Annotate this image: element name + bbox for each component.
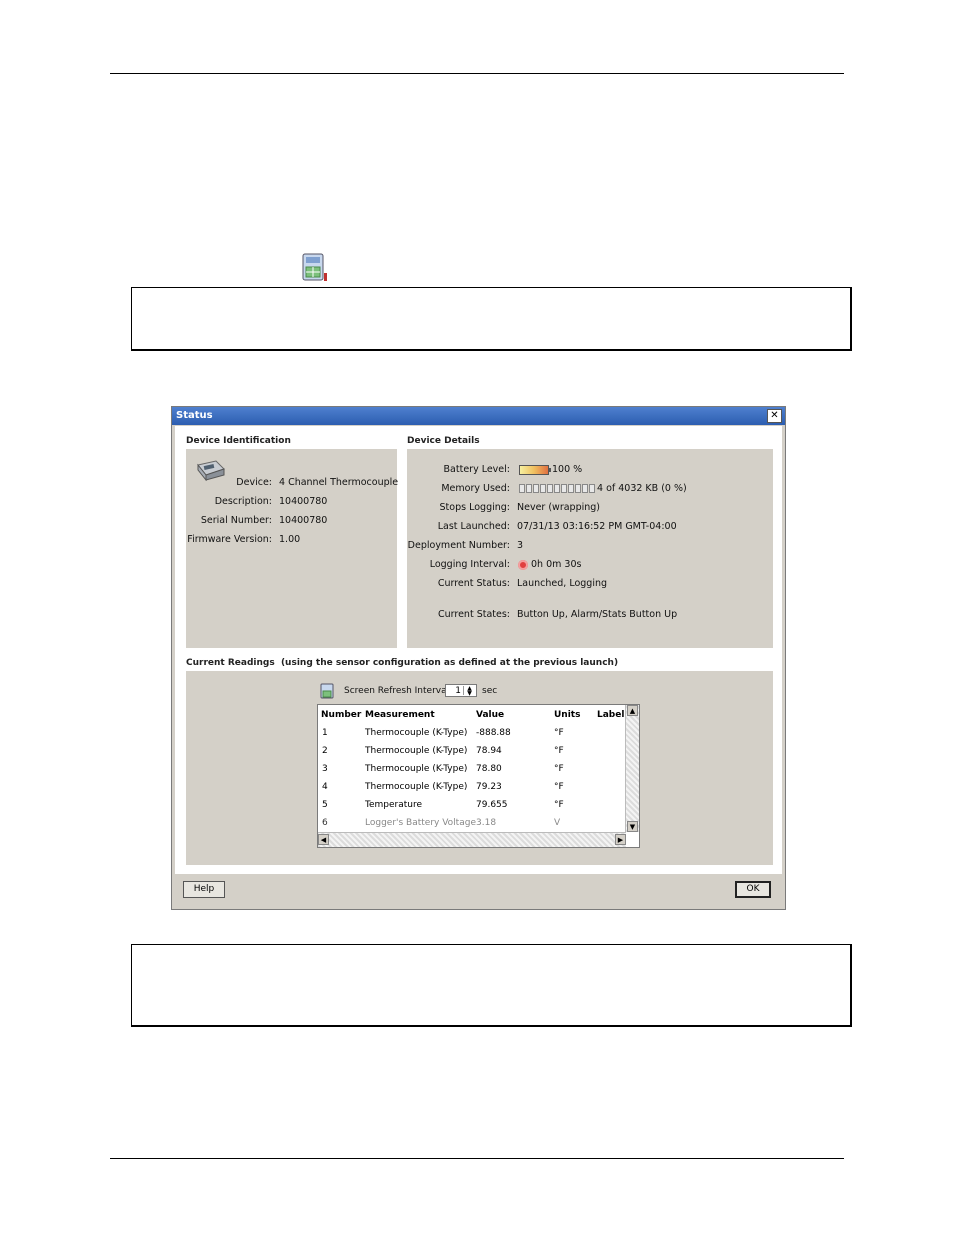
stops-logging-label: Stops Logging:	[439, 502, 510, 513]
serial-number-value: 10400780	[279, 515, 328, 526]
note-box-top	[131, 287, 852, 351]
device-identification-heading: Device Identification	[186, 436, 291, 446]
header-rule	[110, 73, 844, 74]
table-row[interactable]: 3 Thermocouple (K-Type) 78.80 °F	[318, 763, 626, 781]
table-vertical-scrollbar[interactable]: ▲ ▼	[625, 705, 639, 832]
cell-number: 2	[322, 746, 328, 756]
deployment-number-value: 3	[517, 540, 524, 551]
device-value: 4 Channel Thermocouple	[279, 477, 399, 488]
current-readings-panel: Screen Refresh Interval: 1 ▲ ▼ sec Number…	[186, 671, 773, 865]
status-dialog: Status ✕ Device Identification Device: 4…	[171, 406, 786, 910]
cell-number: 3	[322, 764, 328, 774]
cell-value: -888.88	[476, 728, 511, 738]
ok-button[interactable]: OK	[735, 881, 771, 898]
last-launched-label: Last Launched:	[437, 521, 510, 532]
device-label: Device:	[236, 477, 272, 488]
device-details-heading: Device Details	[407, 436, 480, 446]
last-launched-value: 07/31/13 03:16:52 PM GMT-04:00	[517, 521, 677, 532]
table-row[interactable]: 1 Thermocouple (K-Type) -888.88 °F	[318, 727, 626, 745]
col-header-label[interactable]: Label	[597, 710, 624, 720]
refresh-interval-label: Screen Refresh Interval:	[344, 686, 453, 696]
cell-value: 78.80	[476, 764, 502, 774]
refresh-interval-value: 1	[455, 686, 461, 696]
memory-used-value: 4 of 4032 KB (0 %)	[597, 483, 687, 494]
cell-number: 1	[322, 728, 328, 738]
status-toolbar-icon	[302, 253, 327, 281]
cell-value: 78.94	[476, 746, 502, 756]
cell-units: °F	[554, 728, 564, 738]
col-header-measurement[interactable]: Measurement	[365, 710, 435, 720]
refresh-icon	[320, 683, 334, 699]
close-button[interactable]: ✕	[767, 409, 782, 423]
logger-device-icon	[197, 460, 225, 481]
dialog-title: Status	[176, 410, 213, 421]
note-box-bottom	[131, 944, 852, 1027]
cell-measurement: Temperature	[365, 800, 423, 810]
table-row[interactable]: 5 Temperature 79.655 °F	[318, 799, 626, 817]
current-readings-heading: Current Readings (using the sensor confi…	[186, 658, 619, 668]
logging-activity-icon	[518, 560, 528, 570]
refresh-interval-unit: sec	[482, 686, 498, 696]
cell-measurement: Thermocouple (K-Type)	[365, 782, 468, 792]
cell-value: 79.655	[476, 800, 508, 810]
device-identification-panel: Device: 4 Channel Thermocouple Descripti…	[186, 449, 399, 648]
cell-units: V	[554, 818, 561, 828]
device-details-panel: Battery Level: 100 % Memory Used: 4 of 4…	[407, 449, 773, 648]
scroll-right-icon[interactable]: ▶	[615, 834, 626, 845]
refresh-interval-spinner[interactable]: 1 ▲ ▼	[445, 684, 477, 697]
firmware-version-value: 1.00	[279, 534, 301, 545]
scroll-down-icon[interactable]: ▼	[627, 821, 638, 832]
footer-rule	[110, 1158, 844, 1159]
cell-number: 4	[322, 782, 328, 792]
serial-number-label: Serial Number:	[200, 515, 272, 526]
spinner-arrows-icon[interactable]: ▲ ▼	[463, 686, 475, 697]
description-value: 10400780	[279, 496, 328, 507]
cell-units: °F	[554, 782, 564, 792]
scroll-up-icon[interactable]: ▲	[627, 705, 638, 716]
cell-units: °F	[554, 800, 564, 810]
cell-measurement: Thermocouple (K-Type)	[365, 746, 468, 756]
memory-used-label: Memory Used:	[441, 483, 510, 494]
scroll-left-icon[interactable]: ◀	[318, 834, 329, 845]
col-header-units[interactable]: Units	[554, 710, 580, 720]
dialog-client-area: Device Identification Device: 4 Channel …	[175, 426, 782, 874]
stops-logging-value: Never (wrapping)	[517, 502, 601, 513]
table-row[interactable]: 4 Thermocouple (K-Type) 79.23 °F	[318, 781, 626, 799]
description-label: Description:	[214, 496, 272, 507]
table-row[interactable]: 2 Thermocouple (K-Type) 78.94 °F	[318, 745, 626, 763]
table-horizontal-scrollbar[interactable]: ◀ ▶	[318, 832, 626, 847]
readings-table: Number Measurement Value Units Label 1 T…	[317, 704, 640, 848]
battery-level-value: 100 %	[552, 464, 583, 475]
help-button[interactable]: Help	[183, 881, 225, 898]
table-row[interactable]: 6 Logger's Battery Voltage 3.18 V	[318, 817, 626, 832]
cell-value: 79.23	[476, 782, 502, 792]
current-status-value: Launched, Logging	[517, 578, 608, 589]
cell-number: 5	[322, 800, 328, 810]
current-states-label: Current States:	[438, 609, 510, 620]
cell-units: °F	[554, 746, 564, 756]
deployment-number-label: Deployment Number:	[407, 540, 510, 551]
dialog-titlebar: Status ✕	[172, 407, 785, 425]
col-header-number[interactable]: Number	[321, 710, 361, 720]
battery-level-label: Battery Level:	[443, 464, 510, 475]
cell-measurement: Thermocouple (K-Type)	[365, 728, 468, 738]
col-header-value[interactable]: Value	[476, 710, 504, 720]
battery-level-bar	[519, 465, 551, 475]
logging-interval-label: Logging Interval:	[429, 559, 510, 570]
cell-measurement: Thermocouple (K-Type)	[365, 764, 468, 774]
current-states-value: Button Up, Alarm/Stats Button Up	[517, 609, 678, 620]
cell-value: 3.18	[476, 818, 497, 828]
memory-used-bar	[519, 484, 595, 493]
cell-number: 6	[322, 818, 328, 828]
logging-interval-value: 0h 0m 30s	[531, 559, 582, 570]
firmware-version-label: Firmware Version:	[187, 534, 272, 545]
cell-units: °F	[554, 764, 564, 774]
current-status-label: Current Status:	[437, 578, 510, 589]
cell-measurement: Logger's Battery Voltage	[365, 818, 476, 828]
